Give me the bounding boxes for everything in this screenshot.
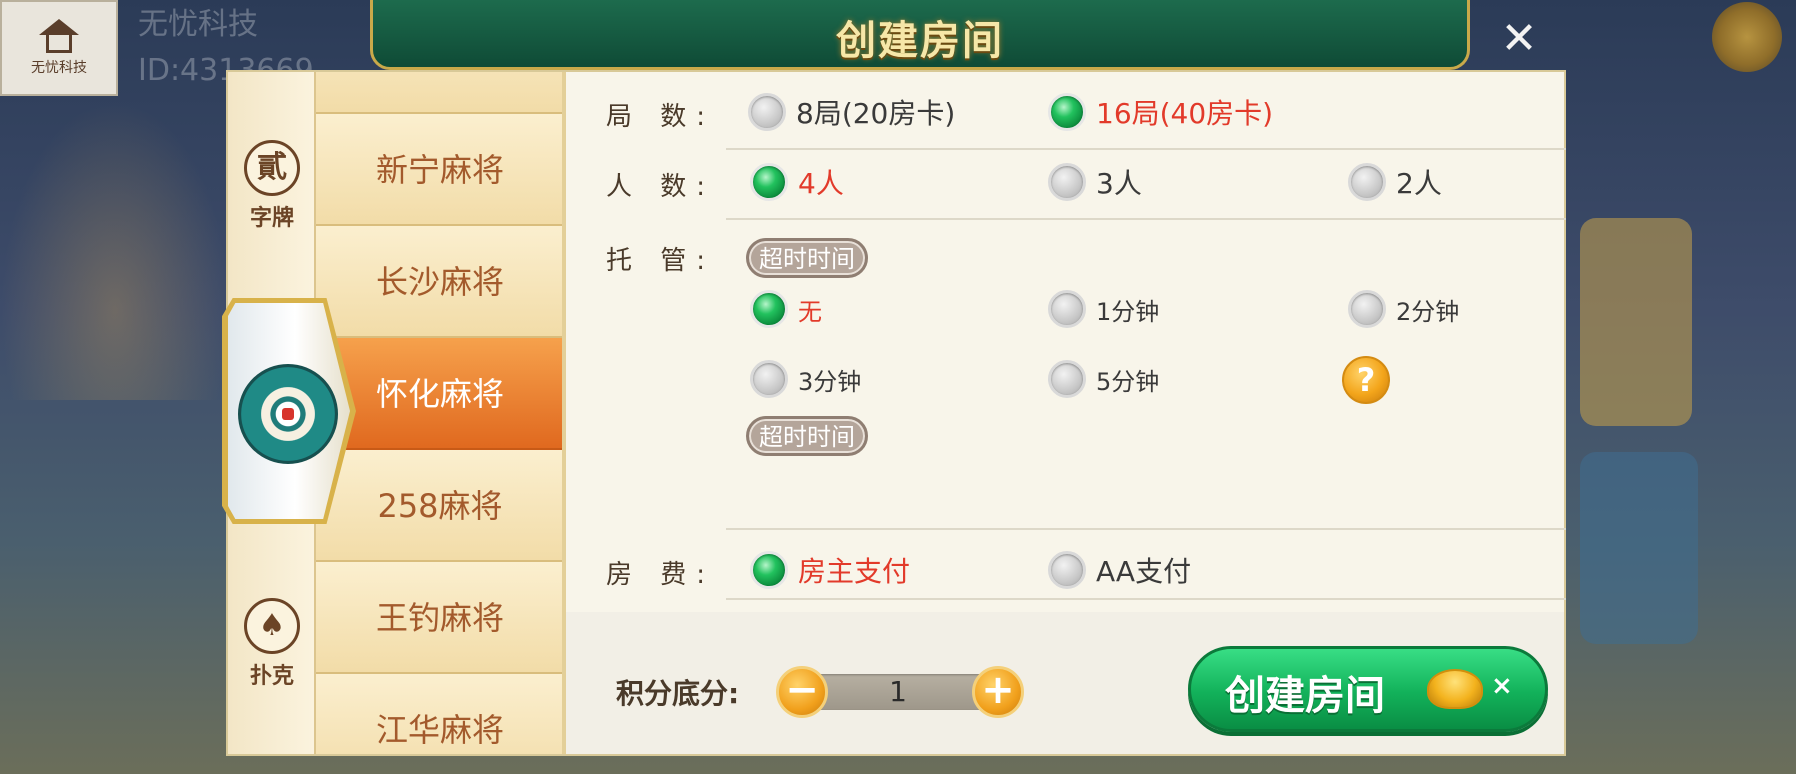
game-item-xinning[interactable]: 新宁麻将 bbox=[316, 114, 564, 226]
house-icon bbox=[34, 19, 84, 55]
gold-ingot-icon bbox=[1427, 669, 1483, 709]
hosting-option-3min[interactable]: 3分钟 bbox=[750, 360, 861, 398]
radio-knob bbox=[1048, 360, 1086, 398]
zipai-icon: 貳 bbox=[244, 140, 300, 196]
radio-knob bbox=[1348, 163, 1386, 201]
radio-knob bbox=[1048, 163, 1086, 201]
option-text: AA支付 bbox=[1096, 555, 1192, 588]
game-item-huaihua[interactable]: 怀化麻将 bbox=[316, 338, 564, 450]
create-room-button[interactable]: 创建房间 × bbox=[1188, 646, 1548, 732]
dialog-title: 创建房间 bbox=[836, 18, 1004, 64]
fee-label: 房 费: bbox=[606, 560, 716, 590]
close-button[interactable]: ✕ bbox=[1494, 14, 1544, 64]
tile-center-mark bbox=[282, 408, 294, 420]
rounds-label: 局 数: bbox=[606, 102, 716, 132]
score-label: 积分底分: bbox=[616, 677, 740, 710]
hosting-option-1min[interactable]: 1分钟 bbox=[1048, 290, 1159, 328]
players-option-4[interactable]: 4人 bbox=[750, 162, 844, 202]
game-item-258[interactable]: 258麻将 bbox=[316, 450, 564, 562]
category-label: 扑克 bbox=[249, 664, 294, 689]
radio-knob bbox=[748, 93, 786, 131]
hosting-option-5min[interactable]: 5分钟 bbox=[1048, 360, 1159, 398]
company-logo: 无忧科技 bbox=[0, 0, 118, 96]
category-poker[interactable]: ♠ 扑克 bbox=[228, 598, 316, 690]
radio-knob bbox=[1348, 290, 1386, 328]
help-icon[interactable]: ? bbox=[1342, 356, 1390, 404]
minus-button[interactable]: − bbox=[776, 666, 828, 718]
radio-knob bbox=[1048, 290, 1086, 328]
game-item-changsha[interactable]: 长沙麻将 bbox=[316, 226, 564, 338]
option-text: 1分钟 bbox=[1096, 297, 1160, 326]
option-text: 5分钟 bbox=[1096, 367, 1160, 396]
user-name: 无忧科技 bbox=[138, 7, 258, 42]
plus-button[interactable]: + bbox=[972, 666, 1024, 718]
timeout-tag: 超时时间 bbox=[746, 238, 868, 278]
rounds-option-8[interactable]: 8局(20房卡) bbox=[748, 92, 955, 132]
option-text: 4人 bbox=[798, 167, 844, 200]
radio-knob bbox=[750, 290, 788, 328]
category-zipai[interactable]: 貳 字牌 bbox=[228, 140, 316, 232]
row-divider bbox=[726, 598, 1566, 600]
option-text: 2分钟 bbox=[1396, 297, 1460, 326]
players-label: 人 数: bbox=[606, 172, 716, 202]
option-text: 8局(20房卡) bbox=[796, 97, 956, 130]
option-text: 无 bbox=[798, 297, 822, 326]
score-value: 1 bbox=[889, 675, 907, 708]
mahjong-tile-icon bbox=[238, 364, 338, 464]
option-text: 房主支付 bbox=[798, 555, 911, 588]
background-card-join bbox=[1580, 218, 1692, 426]
row-divider bbox=[726, 148, 1566, 150]
fee-option-host[interactable]: 房主支付 bbox=[750, 550, 910, 590]
row-divider bbox=[726, 218, 1566, 220]
radio-knob bbox=[750, 551, 788, 589]
players-option-3[interactable]: 3人 bbox=[1048, 162, 1142, 202]
option-text: 16局(40房卡) bbox=[1096, 97, 1274, 130]
dialog-title-bar: 创建房间 bbox=[370, 0, 1470, 70]
hosting-label: 托 管: bbox=[606, 246, 716, 276]
rounds-option-16[interactable]: 16局(40房卡) bbox=[1048, 92, 1273, 132]
radio-knob bbox=[1048, 551, 1086, 589]
fee-option-aa[interactable]: AA支付 bbox=[1048, 550, 1191, 590]
background-card-room bbox=[1580, 452, 1698, 644]
cost-multiplier: × bbox=[1491, 671, 1513, 701]
option-text: 2人 bbox=[1396, 167, 1442, 200]
row-divider bbox=[726, 528, 1566, 530]
players-option-2[interactable]: 2人 bbox=[1348, 162, 1442, 202]
hosting-option-none[interactable]: 无 bbox=[750, 290, 822, 328]
timeout-tag-2: 超时时间 bbox=[746, 416, 868, 456]
radio-knob bbox=[750, 360, 788, 398]
logo-text: 无忧科技 bbox=[31, 60, 87, 76]
spade-icon: ♠ bbox=[244, 598, 300, 654]
game-item-shaoyang[interactable]: 邵阳麻将 bbox=[316, 72, 564, 114]
background-scenery bbox=[0, 100, 230, 400]
radio-knob bbox=[1048, 93, 1086, 131]
create-room-label: 创建房间 bbox=[1225, 673, 1385, 719]
game-item-wangdiao[interactable]: 王钓麻将 bbox=[316, 562, 564, 674]
option-text: 3分钟 bbox=[798, 367, 862, 396]
radio-knob bbox=[750, 163, 788, 201]
category-label: 字牌 bbox=[249, 206, 294, 231]
hosting-option-2min[interactable]: 2分钟 bbox=[1348, 290, 1459, 328]
settings-gear-icon bbox=[1712, 2, 1782, 72]
game-item-jianghua[interactable]: 江华麻将 bbox=[316, 674, 564, 754]
option-text: 3人 bbox=[1096, 167, 1142, 200]
